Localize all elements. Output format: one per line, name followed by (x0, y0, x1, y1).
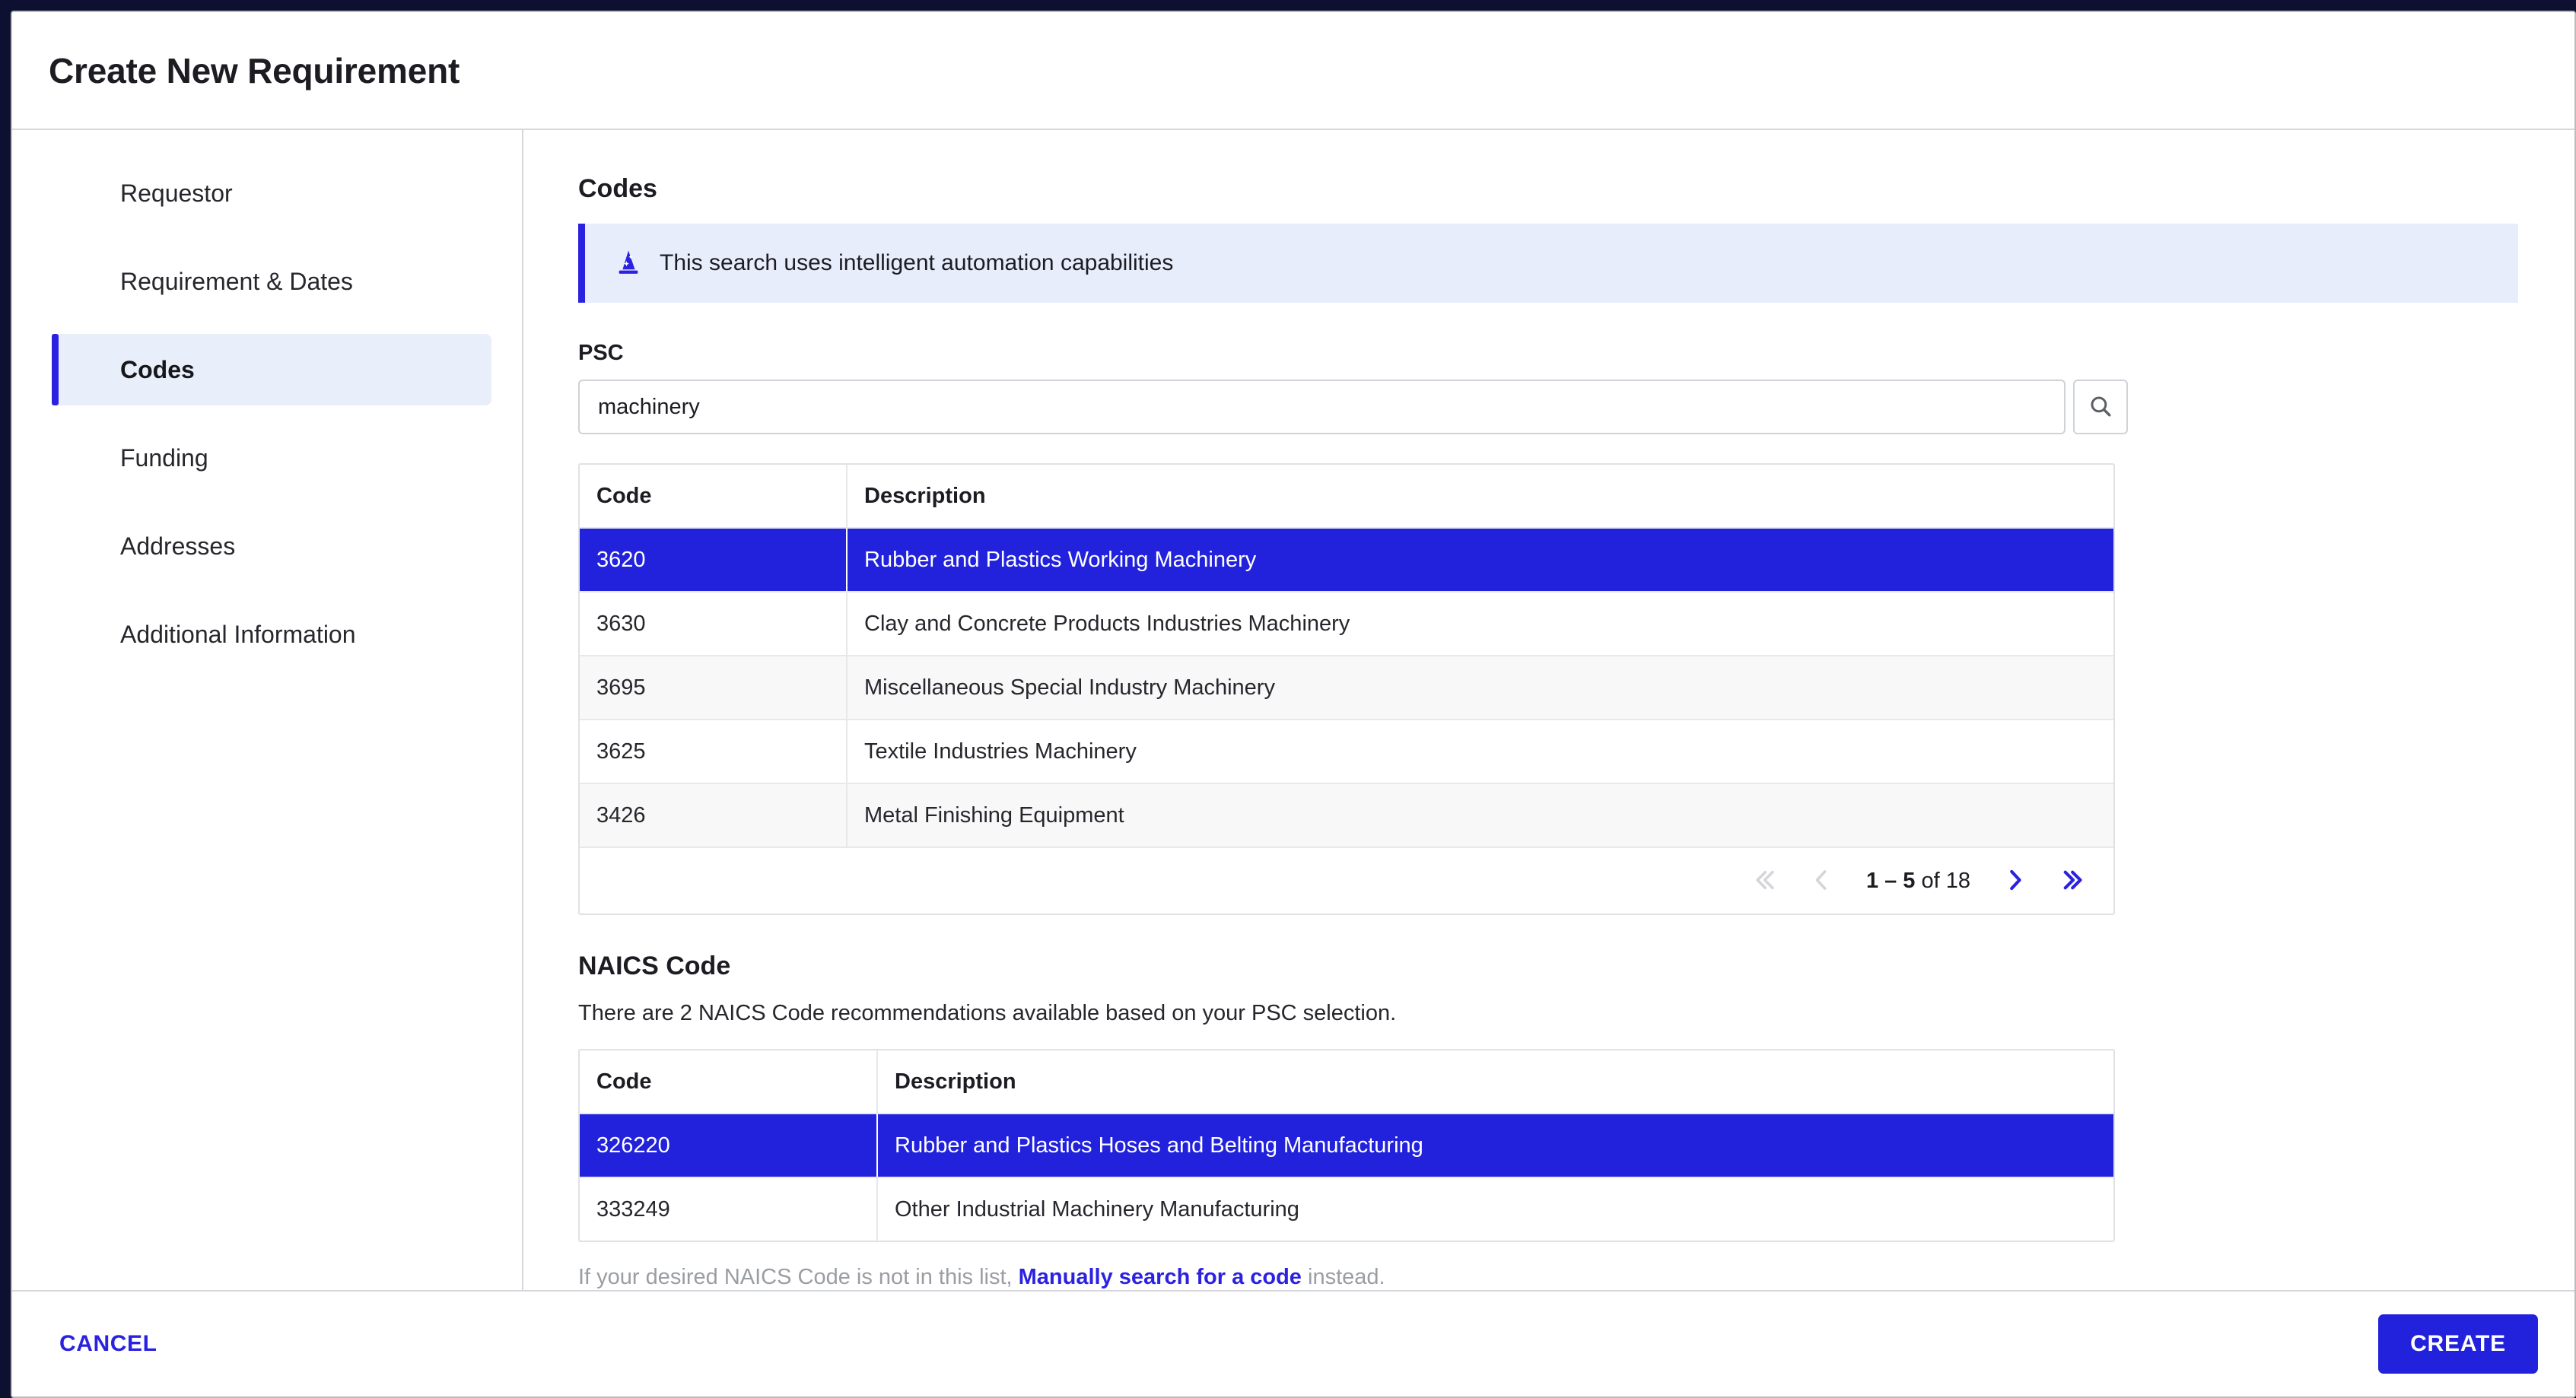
cancel-button[interactable]: CANCEL (49, 1319, 168, 1369)
sidebar-item-addresses[interactable]: Addresses (52, 510, 491, 582)
create-button[interactable]: CREATE (2378, 1314, 2538, 1374)
naics-label: NAICS Code (578, 952, 731, 980)
naics-manual-search-note: If your desired NAICS Code is not in thi… (578, 1265, 2518, 1290)
sidebar-item-codes[interactable]: Codes (52, 334, 491, 405)
column-header-description: Description (864, 483, 986, 508)
banner-text: This search uses intelligent automation … (660, 250, 1174, 275)
sidebar-item-label: Requestor (120, 179, 233, 207)
chevron-double-left-icon (1749, 866, 1778, 897)
create-requirement-modal: Create New Requirement Requestor Require… (11, 11, 2576, 1398)
section-title: Codes (578, 174, 657, 203)
chevron-left-icon (1807, 866, 1836, 897)
psc-table-header: Code Description (580, 465, 2113, 527)
cell-code: 3630 (580, 593, 848, 655)
search-icon (2088, 393, 2113, 421)
cell-code: 3625 (580, 720, 848, 783)
codes-panel: Codes This search uses intelligent autom… (523, 130, 2574, 1290)
psc-search-button[interactable] (2073, 380, 2128, 434)
step-sidebar: Requestor Requirement & Dates Codes Fund… (12, 130, 523, 1290)
psc-search-row (578, 380, 2518, 434)
psc-results-table: Code Description 3620 Rubber and Plastic… (578, 463, 2115, 915)
table-row[interactable]: 3630 Clay and Concrete Products Industri… (580, 591, 2113, 655)
column-header-code: Code (580, 1050, 878, 1113)
sidebar-item-requirement-dates[interactable]: Requirement & Dates (52, 246, 491, 317)
manual-search-link[interactable]: Manually search for a code (1019, 1265, 1302, 1289)
pagination-range: 1 – 5 of 18 (1866, 869, 1970, 894)
column-header-code: Code (580, 465, 848, 527)
cell-description: Other Industrial Machinery Manufacturing (895, 1196, 1299, 1222)
sidebar-item-requestor[interactable]: Requestor (52, 157, 491, 229)
note-suffix: instead. (1301, 1265, 1385, 1289)
wizard-hat-icon (614, 249, 643, 278)
psc-pagination: 1 – 5 of 18 (580, 847, 2113, 913)
page-title: Create New Requirement (49, 50, 460, 91)
app-root: Create New Requirement Requestor Require… (0, 0, 2576, 1398)
cell-code: 3695 (580, 656, 848, 719)
naics-table-header: Code Description (580, 1050, 2113, 1113)
cell-description: Metal Finishing Equipment (864, 802, 1124, 828)
chevron-double-right-icon (2059, 866, 2088, 897)
first-page-button[interactable] (1744, 866, 1783, 897)
previous-page-button[interactable] (1802, 866, 1840, 897)
cell-code: 333249 (580, 1178, 878, 1241)
sidebar-item-additional-information[interactable]: Additional Information (52, 599, 491, 670)
cell-description: Rubber and Plastics Hoses and Belting Ma… (895, 1133, 1423, 1158)
table-row[interactable]: 3625 Textile Industries Machinery (580, 719, 2113, 783)
table-row[interactable]: 3695 Miscellaneous Special Industry Mach… (580, 655, 2113, 719)
pagination-range-total: of 18 (1915, 868, 1970, 893)
cell-description: Textile Industries Machinery (864, 739, 1137, 764)
cell-code: 3620 (580, 529, 848, 591)
modal-body: Requestor Requirement & Dates Codes Fund… (12, 130, 2574, 1290)
sidebar-item-label: Funding (120, 443, 208, 472)
sidebar-item-label: Codes (120, 355, 195, 383)
pagination-range-bold: 1 – 5 (1865, 868, 1916, 893)
cell-description: Clay and Concrete Products Industries Ma… (864, 611, 1350, 636)
cell-description: Rubber and Plastics Working Machinery (864, 547, 1257, 572)
psc-search-input[interactable] (578, 380, 2066, 434)
last-page-button[interactable] (2054, 866, 2092, 897)
psc-label: PSC (578, 341, 624, 365)
cell-description: Miscellaneous Special Industry Machinery (864, 675, 1275, 700)
table-row[interactable]: 3620 Rubber and Plastics Working Machine… (580, 527, 2113, 591)
table-row[interactable]: 3426 Metal Finishing Equipment (580, 783, 2113, 847)
sidebar-item-funding[interactable]: Funding (52, 422, 491, 494)
modal-footer: CANCEL CREATE (12, 1290, 2574, 1396)
cell-code: 326220 (580, 1114, 878, 1177)
sidebar-item-label: Additional Information (120, 620, 356, 648)
next-page-button[interactable] (1996, 866, 2034, 897)
sidebar-item-label: Requirement & Dates (120, 267, 353, 295)
naics-note: There are 2 NAICS Code recommendations a… (578, 1001, 1397, 1025)
table-row[interactable]: 333249 Other Industrial Machinery Manufa… (580, 1177, 2113, 1241)
note-prefix: If your desired NAICS Code is not in thi… (578, 1265, 1019, 1289)
table-row[interactable]: 326220 Rubber and Plastics Hoses and Bel… (580, 1113, 2113, 1177)
automation-info-banner: This search uses intelligent automation … (578, 224, 2518, 303)
chevron-right-icon (2001, 866, 2030, 897)
cell-code: 3426 (580, 784, 848, 847)
modal-header: Create New Requirement (12, 12, 2574, 130)
sidebar-item-label: Addresses (120, 532, 236, 560)
naics-results-table: Code Description 326220 Rubber and Plast… (578, 1049, 2115, 1242)
psc-table-body: 3620 Rubber and Plastics Working Machine… (580, 527, 2113, 847)
column-header-description: Description (895, 1069, 1016, 1094)
naics-table-body: 326220 Rubber and Plastics Hoses and Bel… (580, 1113, 2113, 1241)
